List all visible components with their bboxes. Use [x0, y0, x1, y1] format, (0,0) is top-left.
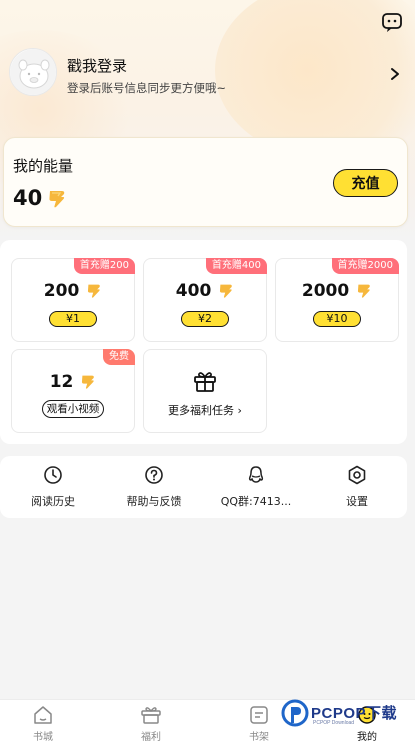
- history-clock-icon: [44, 466, 62, 484]
- avatar[interactable]: [9, 48, 57, 96]
- energy-bolt-icon: [358, 284, 370, 298]
- first-charge-badge: 首充赠2000: [331, 258, 399, 274]
- energy-bolt-icon: [47, 189, 67, 213]
- tab-label: 书城: [33, 732, 53, 743]
- pack-amount: 2000: [276, 281, 398, 301]
- pcpop-logo-icon: [281, 699, 309, 727]
- tab-welfare[interactable]: 福利: [121, 705, 181, 743]
- tab-label: 书架: [249, 732, 269, 743]
- tab-bookstore[interactable]: 书城: [13, 705, 73, 743]
- gift-icon: [193, 370, 217, 396]
- menu-label: 帮助与反馈: [126, 495, 182, 508]
- pack-price-button[interactable]: ¥1: [49, 311, 97, 327]
- pack-amount: 12: [12, 372, 134, 392]
- more-tasks-text: 更多福利任务: [168, 404, 235, 417]
- menu-label: QQ群:7413...: [220, 495, 292, 508]
- chevron-right-icon[interactable]: [389, 66, 401, 80]
- pack-amount-value: 12: [49, 372, 74, 392]
- menu-card: 阅读历史 帮助与反馈 QQ群:7413... 设置: [0, 456, 407, 518]
- menu-item-reading-history[interactable]: 阅读历史: [3, 465, 103, 511]
- tab-label: 我的: [357, 732, 377, 743]
- energy-card: 我的能量 40 充值: [3, 137, 408, 227]
- more-tasks-label: 更多福利任务 ›: [144, 402, 266, 418]
- watch-video-button[interactable]: 观看小视频: [42, 400, 104, 418]
- more-tasks-button[interactable]: 更多福利任务 ›: [143, 349, 267, 433]
- watermark-subtext: PCPOP Download: [313, 720, 355, 726]
- pack-amount-value: 400: [175, 281, 212, 301]
- menu-label: 设置: [346, 495, 368, 508]
- login-subtitle: 登录后账号信息同步更方便哦~: [67, 81, 227, 95]
- recharge-button[interactable]: 充值: [333, 169, 398, 197]
- pack-amount: 200: [12, 281, 134, 301]
- watermark: PCPOP下载 PCPOP Download: [281, 699, 411, 729]
- energy-label: 我的能量: [13, 157, 74, 175]
- menu-item-help-feedback[interactable]: 帮助与反馈: [104, 465, 204, 511]
- video-reward-pack[interactable]: 免费 12 观看小视频: [11, 349, 135, 433]
- pack-amount-value: 200: [43, 281, 80, 301]
- home-icon: [34, 706, 52, 724]
- recharge-packs-card: 首充赠200 200 ¥1 首充赠400 400 ¥2 首充赠2000 2000…: [0, 240, 407, 444]
- help-question-icon: [145, 466, 163, 484]
- menu-label: 阅读历史: [31, 495, 75, 508]
- free-badge: 免费: [103, 349, 135, 365]
- recharge-pack[interactable]: 首充赠200 200 ¥1: [11, 258, 135, 342]
- tab-label: 福利: [141, 732, 161, 743]
- first-charge-badge: 首充赠200: [73, 258, 135, 274]
- pack-amount-value: 2000: [301, 281, 350, 301]
- energy-bolt-icon: [88, 284, 101, 298]
- menu-item-settings[interactable]: 设置: [307, 465, 407, 511]
- settings-hexagon-icon: [348, 465, 366, 485]
- recharge-pack[interactable]: 首充赠400 400 ¥2: [143, 258, 267, 342]
- pack-price-button[interactable]: ¥2: [181, 311, 229, 327]
- login-title[interactable]: 戳我登录: [67, 55, 127, 76]
- gift-icon: [141, 707, 161, 724]
- first-charge-badge: 首充赠400: [205, 258, 267, 274]
- energy-bolt-icon: [82, 375, 95, 389]
- qq-penguin-icon: [248, 466, 264, 483]
- pack-price-button[interactable]: ¥10: [313, 311, 361, 327]
- energy-value: 40: [13, 186, 43, 210]
- menu-item-qq-group[interactable]: QQ群:7413...: [206, 465, 306, 511]
- chevron-right-icon: ›: [234, 404, 242, 417]
- chat-bubble-icon[interactable]: [381, 12, 403, 34]
- tab-bookshelf[interactable]: 书架: [229, 705, 289, 743]
- recharge-pack[interactable]: 首充赠2000 2000 ¥10: [275, 258, 399, 342]
- bookshelf-icon: [250, 706, 268, 724]
- pack-amount: 400: [144, 281, 266, 301]
- energy-bolt-icon: [220, 284, 233, 298]
